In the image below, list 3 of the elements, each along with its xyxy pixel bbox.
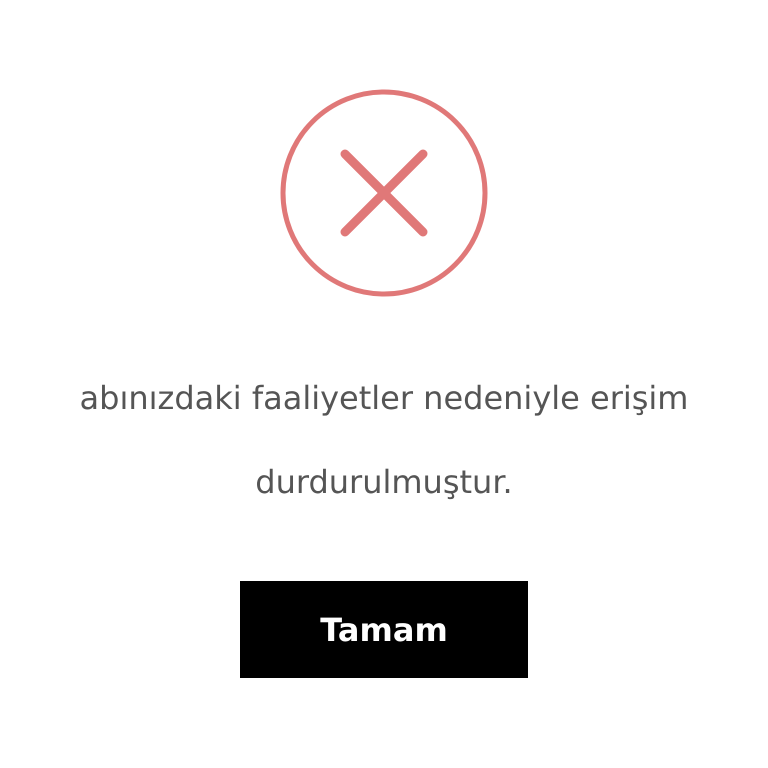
ok-button[interactable]: Tamam [240,581,528,678]
error-icon [279,88,489,298]
error-message: abınızdaki faaliyetler nedeniyle erişim durdurulmuştur. [78,378,690,503]
